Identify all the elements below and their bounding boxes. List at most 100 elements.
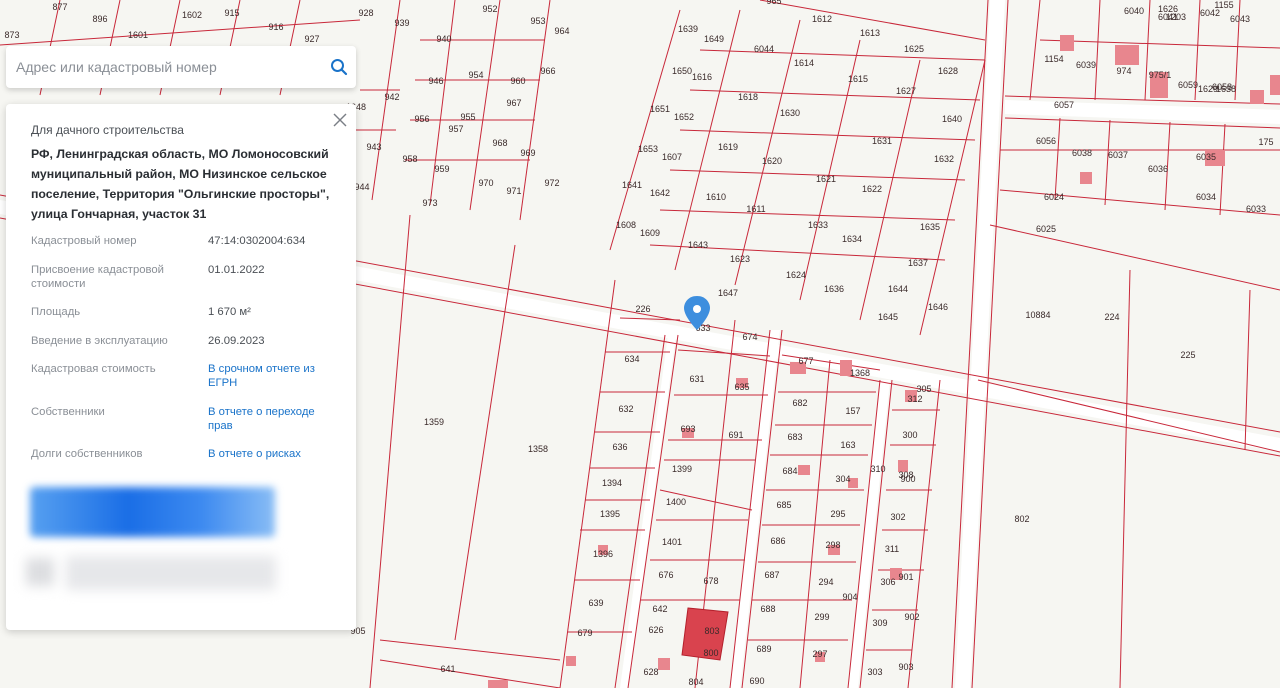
- parcel-label: 691: [728, 430, 743, 440]
- parcel-label: 157: [845, 406, 860, 416]
- parcel-label: 877: [52, 2, 67, 12]
- parcel-label: 677: [798, 356, 813, 366]
- parcel-label: 6043: [1230, 14, 1250, 24]
- parcel-label: 299: [814, 612, 829, 622]
- parcel-label: 631: [689, 374, 704, 384]
- parcel-label: 952: [482, 4, 497, 14]
- parcel-label: 632: [618, 404, 633, 414]
- parcel-label: 1394: [602, 478, 622, 488]
- parcel-label: 683: [787, 432, 802, 442]
- blurred-action-button[interactable]: [30, 487, 275, 537]
- parcel-label: 1647: [718, 288, 738, 298]
- blurred-content: [26, 554, 276, 590]
- parcel-label: 916: [268, 22, 283, 32]
- parcel-label: 225: [1180, 350, 1195, 360]
- parcel-label: 969: [520, 148, 535, 158]
- search-input[interactable]: [6, 47, 322, 87]
- parcel-label: 6058: [1212, 82, 1232, 92]
- ownership-report-link[interactable]: В отчете о переходе прав: [208, 405, 338, 433]
- parcel-label: 304: [835, 474, 850, 484]
- row-label: Долги собственников: [31, 448, 143, 460]
- parcel-label: 6025: [1036, 224, 1056, 234]
- parcel-label: 1396: [593, 549, 613, 559]
- parcel-label: 310: [870, 464, 885, 474]
- parcel-label: 1639: [678, 24, 698, 34]
- parcel-label: 1602: [182, 10, 202, 20]
- parcel-label: 1400: [666, 497, 686, 507]
- parcel-label: 970: [478, 178, 493, 188]
- parcel-label: 959: [434, 164, 449, 174]
- row-value: 01.01.2022: [208, 264, 265, 276]
- parcel-label: 6036: [1148, 164, 1168, 174]
- parcel-label: 1619: [718, 142, 738, 152]
- row-label: Собственники: [31, 406, 105, 418]
- search-icon[interactable]: [322, 47, 356, 87]
- row-label: Введение в эксплуатацию: [31, 335, 168, 347]
- parcel-label: 6056: [1036, 136, 1056, 146]
- parcel-label: 958: [402, 154, 417, 164]
- parcel-label: 1359: [424, 417, 444, 427]
- parcel-label: 955: [460, 112, 475, 122]
- parcel-label: 685: [776, 500, 791, 510]
- parcel-label: 896: [92, 14, 107, 24]
- parcel-label: 687: [764, 570, 779, 580]
- close-icon[interactable]: [330, 110, 350, 130]
- parcel-label: 965: [766, 0, 781, 6]
- parcel-label: 693: [680, 424, 695, 434]
- risk-report-link[interactable]: В отчете о рисках: [208, 447, 338, 461]
- parcel-label: 1611: [746, 204, 765, 214]
- parcel-label: 298: [825, 540, 840, 550]
- parcel-label: 1642: [650, 188, 670, 198]
- row-value: 1 670 м²: [208, 306, 251, 318]
- parcel-label: 928: [358, 8, 373, 18]
- parcel-label: 676: [658, 570, 673, 580]
- parcel-label: 800: [703, 648, 718, 658]
- parcel-type: Для дачного строительства: [31, 123, 184, 137]
- parcel-label: 1632: [934, 154, 954, 164]
- parcel-label: 972: [544, 178, 559, 188]
- parcel-label: 1609: [640, 228, 660, 238]
- parcel-label: 1641: [622, 180, 642, 190]
- parcel-label: 6042: [1200, 8, 1220, 18]
- parcel-label: 6038: [0, 0, 10, 2]
- parcel-label: 974: [1116, 66, 1131, 76]
- parcel-label: 873: [4, 30, 19, 40]
- parcel-label: 1640: [942, 114, 962, 124]
- parcel-label: 900: [900, 474, 915, 484]
- parcel-label: 1651: [650, 104, 670, 114]
- parcel-label: 311: [885, 544, 899, 554]
- parcel-label: 6033: [1246, 204, 1266, 214]
- parcel-label: 942: [384, 92, 399, 102]
- parcel-label: 1624: [786, 270, 806, 280]
- parcel-label: 6040: [1124, 6, 1144, 16]
- parcel-label: 175: [1258, 137, 1273, 147]
- parcel-label: 954: [468, 70, 483, 80]
- parcel-label: 1628: [938, 66, 958, 76]
- parcel-label: 915: [224, 8, 239, 18]
- parcel-label: 1625: [904, 44, 924, 54]
- parcel-info-panel: Для дачного строительства РФ, Ленинградс…: [6, 104, 356, 630]
- parcel-label: 6041: [1158, 12, 1178, 22]
- parcel-label: 224: [1104, 312, 1119, 322]
- parcel-label: 303: [867, 667, 882, 677]
- parcel-label: 1621: [816, 174, 836, 184]
- parcel-label: 1633: [808, 220, 828, 230]
- parcel-label: 956: [414, 114, 429, 124]
- parcel-label: 1395: [600, 509, 620, 519]
- parcel-label: 1635: [920, 222, 940, 232]
- parcel-label: 940: [436, 34, 451, 44]
- parcel-label: 804: [688, 677, 703, 687]
- parcel-label: 957: [448, 124, 463, 134]
- egrn-report-link[interactable]: В срочном отчете из ЕГРН: [208, 362, 338, 390]
- parcel-label: 971: [506, 186, 521, 196]
- parcel-label: 1616: [692, 72, 712, 82]
- parcel-label: 1154: [1044, 54, 1063, 64]
- parcel-label: 635: [734, 382, 749, 392]
- parcel-label: 943: [366, 142, 381, 152]
- parcel-label: 1634: [842, 234, 862, 244]
- parcel-label: 1614: [794, 58, 814, 68]
- parcel-label: 6037: [1108, 150, 1128, 160]
- parcel-label: 1652: [674, 112, 694, 122]
- parcel-label: 10884: [1025, 310, 1050, 320]
- parcel-label: 944: [354, 182, 369, 192]
